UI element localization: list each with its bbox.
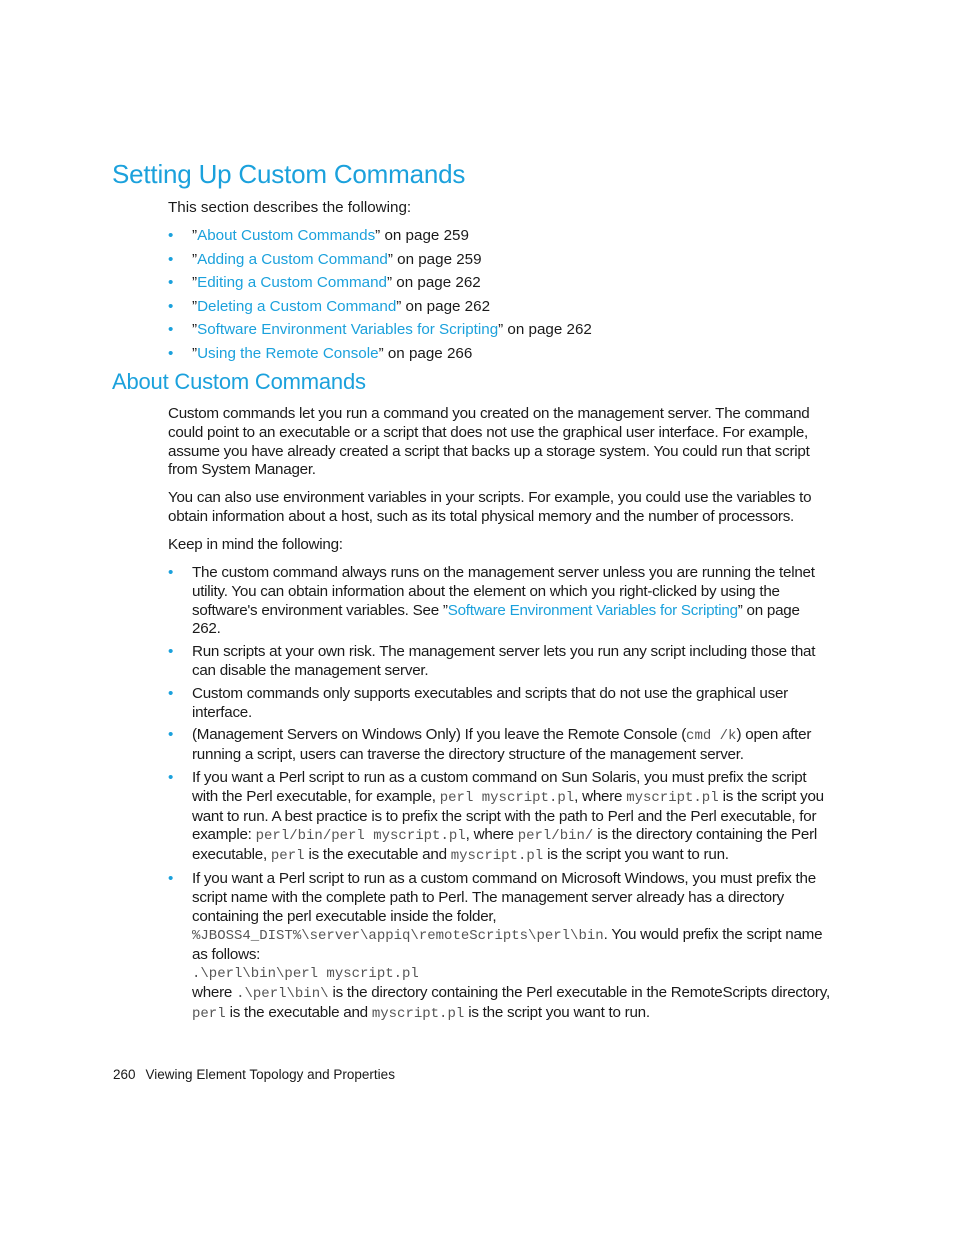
bullet-icon: • (168, 344, 174, 362)
link-env-vars[interactable]: Software Environment Variables for Scrip… (448, 602, 738, 619)
toc-item: • ”Adding a Custom Command” on page 259 (168, 250, 482, 268)
toc-link-about[interactable]: About Custom Commands (197, 227, 375, 244)
toc-link-deleting[interactable]: Deleting a Custom Command (197, 298, 396, 315)
bullet-icon: • (168, 250, 174, 268)
inline-code: %JBOSS4_DIST%\server\appiq\remoteScripts… (192, 928, 604, 945)
page-title: Setting Up Custom Commands (112, 159, 466, 189)
intro-text: This section describes the following: (168, 199, 412, 216)
inline-code: cmd /k (686, 728, 737, 745)
toc-item: • ”Using the Remote Console” on page 266 (168, 344, 473, 362)
bullet-icon: • (168, 643, 174, 661)
bullet-icon: • (168, 321, 174, 338)
bullet-icon: • (168, 564, 174, 581)
inline-code: perl (192, 1005, 226, 1022)
list-item: • (Management Servers on Windows Only) If… (168, 726, 812, 764)
bullet-icon: • (168, 726, 174, 744)
inline-code: perl/bin/perl myscript.pl (255, 828, 466, 845)
inline-code: myscript.pl (371, 1005, 465, 1022)
list-item: • If you want a Perl script to run as a c… (168, 869, 830, 1022)
bullet-icon: • (168, 297, 174, 315)
bullet-icon: • (168, 869, 174, 887)
toc-item: • ”Software Environment Variables for Scr… (168, 321, 592, 338)
list-item: • Custom commands only supports executabl… (168, 684, 788, 721)
toc-item: • ”About Custom Commands” on page 259 (168, 227, 469, 244)
chapter-title: Viewing Element Topology and Properties (145, 1067, 395, 1082)
toc-link-adding[interactable]: Adding a Custom Command (197, 251, 388, 268)
inline-code: myscript.pl (450, 848, 544, 865)
page-footer: 260 Viewing Element Topology and Properti… (113, 1067, 395, 1082)
list-item: • Run scripts at your own risk. The manag… (168, 643, 816, 679)
inline-code: perl (270, 848, 305, 865)
inline-code: perl myscript.pl (439, 789, 575, 806)
list-item: • If you want a Perl script to run as a c… (168, 768, 824, 865)
section-heading: About Custom Commands (112, 369, 366, 394)
bullet-icon: • (168, 227, 174, 244)
toc-link-env-vars[interactable]: Software Environment Variables for Scrip… (197, 321, 498, 338)
inline-code: .\perl\bin\ (236, 985, 329, 1002)
inline-code: myscript.pl (626, 789, 719, 806)
bullet-icon: • (168, 768, 174, 786)
toc-item: • ”Deleting a Custom Command” on page 262 (168, 297, 491, 315)
notes-list: • The custom command always runs on the m… (168, 564, 830, 1027)
list-item: • The custom command always runs on the m… (168, 564, 815, 638)
paragraph: Custom commands let you run a command yo… (168, 405, 810, 479)
section-toc: • ”About Custom Commands” on page 259 • ”A… (168, 226, 592, 367)
code-line: .\perl\bin\perl myscript.pl (192, 965, 419, 982)
bullet-icon: • (168, 274, 174, 291)
paragraph: You can also use environment variables i… (168, 489, 812, 525)
toc-link-remote-console[interactable]: Using the Remote Console (197, 345, 379, 362)
toc-item: • ”Editing a Custom Command” on page 262 (168, 274, 481, 291)
paragraph: Keep in mind the following: (168, 536, 343, 553)
bullet-icon: • (168, 684, 174, 702)
inline-code: perl/bin/ (517, 828, 594, 845)
toc-link-editing[interactable]: Editing a Custom Command (197, 274, 387, 291)
page-number: 260 (113, 1067, 136, 1082)
